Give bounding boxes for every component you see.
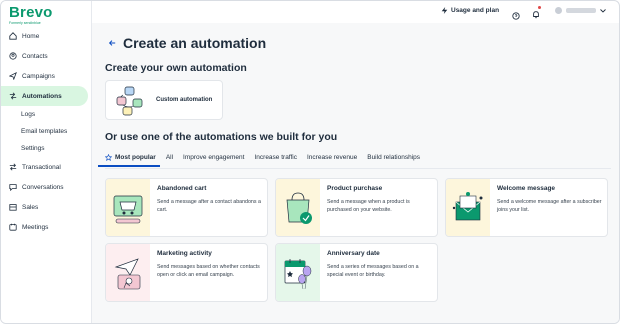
calendar-balloon-illustration	[276, 244, 320, 301]
transactional-icon	[8, 163, 17, 172]
custom-automation-illustration	[109, 81, 151, 119]
card-description: Send a series of messages based on a spe…	[327, 264, 419, 278]
tab-label: Most popular	[115, 154, 156, 161]
sidebar-item-label: Meetings	[22, 223, 49, 231]
envelope-illustration	[446, 179, 490, 236]
card-title: Anniversary date	[327, 250, 380, 257]
tab-build-relationships[interactable]: Build relationships	[367, 154, 420, 166]
sidebar-subitem-settings[interactable]: Settings	[1, 140, 92, 157]
card-description: Send a message when a product is purchas…	[327, 199, 410, 213]
cart-illustration	[106, 179, 150, 236]
automation-icon	[8, 92, 17, 101]
card-welcome-message[interactable]: Welcome message Send a welcome message a…	[445, 178, 608, 237]
sidebar-item-sales[interactable]: Sales	[1, 197, 92, 217]
tab-improve-engagement[interactable]: Improve engagement	[183, 154, 244, 166]
sidebar-item-automations[interactable]: Automations	[1, 86, 88, 106]
card-description: Send a welcome message after a subscribe…	[497, 199, 602, 213]
chat-icon	[8, 183, 17, 192]
sidebar-item-contacts[interactable]: Contacts	[1, 46, 92, 66]
sales-icon	[8, 203, 17, 212]
sidebar: Brevo Formerly sendinblue Home Contacts …	[1, 1, 92, 323]
calendar-icon	[8, 223, 17, 232]
home-icon	[8, 32, 17, 41]
sidebar-item-home[interactable]: Home	[1, 26, 92, 46]
card-anniversary-date[interactable]: Anniversary date Send a series of messag…	[275, 243, 438, 302]
page-title: Create an automation	[123, 35, 267, 51]
app-window: Brevo Formerly sendinblue Home Contacts …	[0, 0, 620, 324]
usage-label: Usage and plan	[451, 7, 500, 14]
card-marketing-activity[interactable]: Marketing activity Send messages based o…	[105, 243, 268, 302]
sidebar-nav: Home Contacts Campaigns Automations Logs…	[1, 26, 92, 237]
sidebar-item-meetings[interactable]: Meetings	[1, 217, 92, 237]
shopping-bag-illustration	[276, 179, 320, 236]
sidebar-item-label: Automations	[22, 92, 62, 100]
category-tabs: Most popular All Improve engagement Incr…	[98, 154, 430, 167]
tab-all[interactable]: All	[166, 154, 173, 166]
main-content: Create an automation Create your own aut…	[92, 23, 619, 323]
sidebar-item-label: Campaigns	[22, 72, 55, 80]
custom-automation-card[interactable]: Custom automation	[105, 80, 223, 120]
marketing-illustration	[106, 244, 150, 301]
tab-increase-traffic[interactable]: Increase traffic	[254, 154, 297, 166]
sidebar-item-conversations[interactable]: Conversations	[1, 177, 92, 197]
chevron-down-icon	[600, 8, 606, 13]
card-product-purchase[interactable]: Product purchase Send a message when a p…	[275, 178, 438, 237]
top-bar: Usage and plan	[92, 1, 619, 23]
avatar	[555, 7, 562, 14]
notification-dot	[538, 6, 541, 9]
sidebar-item-campaigns[interactable]: Campaigns	[1, 66, 92, 86]
card-description: Send messages based on whether contacts …	[157, 264, 260, 278]
tabs-divider	[105, 168, 611, 169]
card-abandoned-cart[interactable]: Abandoned cart Send a message after a co…	[105, 178, 268, 237]
sidebar-subitem-email-templates[interactable]: Email templates	[1, 123, 92, 140]
sidebar-item-transactional[interactable]: Transactional	[1, 157, 92, 177]
usage-and-plan-button[interactable]: Usage and plan	[441, 7, 499, 14]
back-arrow-icon[interactable]	[108, 39, 116, 49]
sidebar-item-label: Transactional	[22, 163, 61, 171]
account-menu[interactable]	[555, 7, 606, 14]
card-title: Marketing activity	[157, 250, 212, 257]
sidebar-item-label: Home	[22, 32, 40, 40]
sidebar-item-label: Conversations	[22, 183, 64, 191]
lightning-icon	[441, 7, 448, 14]
star-icon	[105, 154, 112, 161]
send-icon	[8, 72, 17, 81]
card-title: Product purchase	[327, 185, 383, 192]
brand-logo[interactable]: Brevo Formerly sendinblue	[9, 5, 53, 26]
card-description: Send a message after a contact abandons …	[157, 199, 261, 213]
tab-most-popular[interactable]: Most popular	[98, 154, 160, 167]
custom-automation-label: Custom automation	[156, 97, 213, 103]
account-name-redacted	[566, 8, 596, 13]
brand-name: Brevo	[9, 4, 53, 21]
sidebar-item-label: Sales	[22, 203, 39, 211]
contacts-icon	[8, 52, 17, 61]
sidebar-item-label: Contacts	[22, 52, 48, 60]
own-automation-heading: Create your own automation	[105, 62, 247, 74]
sidebar-subitem-logs[interactable]: Logs	[1, 106, 92, 123]
card-title: Abandoned cart	[157, 185, 207, 192]
built-automations-heading: Or use one of the automations we built f…	[105, 131, 338, 143]
tab-increase-revenue[interactable]: Increase revenue	[307, 154, 357, 166]
card-title: Welcome message	[497, 185, 556, 192]
